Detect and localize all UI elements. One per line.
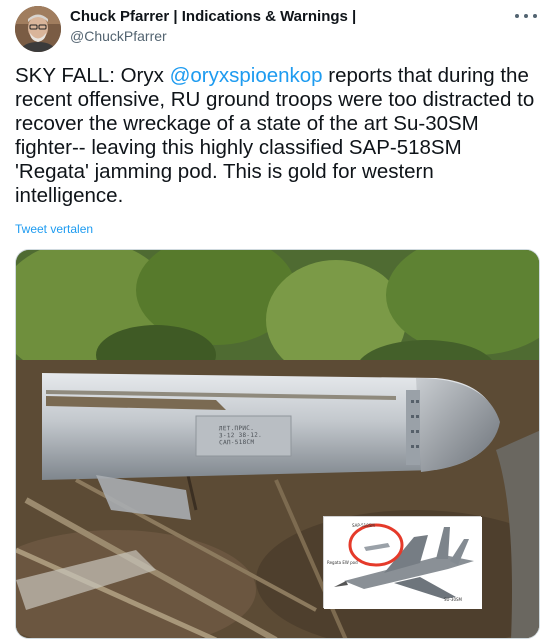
profile-photo-icon xyxy=(15,6,61,52)
mention-link[interactable]: @oryxspioenkop xyxy=(170,64,323,87)
avatar[interactable] xyxy=(15,6,61,52)
dot xyxy=(515,14,519,18)
author-handle[interactable]: @ChuckPfarrer xyxy=(70,28,167,44)
aircraft-diagram-inset: SAP-518SM Regata EW pod SU-30SM xyxy=(323,516,482,609)
tweet-text-part1: SKY FALL: Oryx xyxy=(15,64,170,87)
inset-label-bottom: SU-30SM xyxy=(444,597,462,602)
inset-label-left: Regata EW pod xyxy=(327,560,358,565)
tweet-photo[interactable]: ЛЕТ.ПРИС. З-12 38-12. САП-518СМ SAP-518SM … xyxy=(15,249,540,639)
inset-label-top: SAP-518SM xyxy=(352,523,375,528)
dot xyxy=(524,14,528,18)
more-horizontal-icon[interactable] xyxy=(515,8,537,24)
author-name[interactable]: Chuck Pfarrer | Indications & Warnings | xyxy=(70,8,356,25)
pod-serial-marking: ЛЕТ.ПРИС. З-12 38-12. САП-518СМ xyxy=(218,424,263,447)
tweet-text: SKY FALL: Oryx @oryxspioenkop reports th… xyxy=(15,64,540,208)
translate-tweet-link[interactable]: Tweet vertalen xyxy=(15,222,93,236)
dot xyxy=(533,14,537,18)
tweet: Chuck Pfarrer | Indications & Warnings |… xyxy=(0,0,555,643)
